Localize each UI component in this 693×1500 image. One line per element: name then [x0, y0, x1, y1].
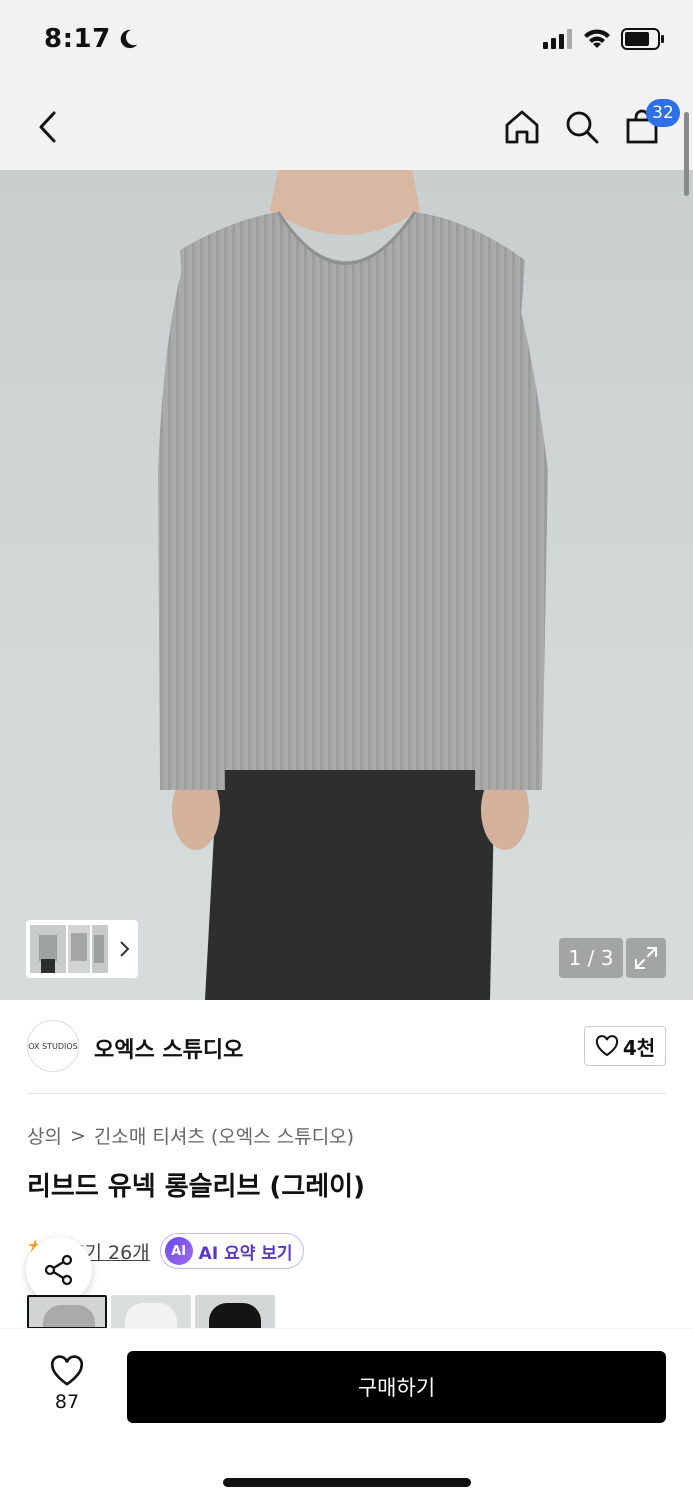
heart-icon — [595, 1035, 618, 1057]
status-icons — [543, 28, 665, 50]
product-image-gallery[interactable]: 1 / 3 — [0, 170, 693, 1000]
thumbnail-strip[interactable] — [26, 920, 138, 978]
breadcrumb-separator: > — [69, 1124, 86, 1147]
color-swatch-gray[interactable] — [27, 1295, 107, 1329]
color-swatch-white[interactable] — [111, 1295, 191, 1329]
color-swatch-black[interactable] — [195, 1295, 275, 1329]
breadcrumb: 상의 > 긴소매 티셔츠 (오엑스 스튜디오) — [27, 1122, 354, 1149]
ai-badge: AI — [164, 1237, 193, 1265]
product-photo — [158, 170, 548, 1000]
wifi-icon — [584, 29, 610, 48]
divider — [27, 1093, 666, 1094]
ai-summary-button[interactable]: AI AI 요약 보기 — [159, 1233, 304, 1269]
cart-count-badge: 32 — [646, 99, 680, 127]
brand-row[interactable]: OX STUDIOS 오엑스 스튜디오 4천 — [0, 1000, 693, 1094]
home-indicator — [223, 1478, 471, 1487]
status-bar: 8:17 — [0, 0, 693, 85]
chevron-right-icon — [120, 941, 130, 957]
buy-button[interactable]: 구매하기 — [127, 1351, 666, 1423]
share-icon — [44, 1254, 73, 1286]
home-button[interactable] — [500, 105, 544, 149]
wishlist-count: 87 — [54, 1391, 80, 1413]
search-icon — [566, 111, 599, 144]
expand-button[interactable] — [626, 938, 666, 978]
heart-icon — [50, 1355, 84, 1386]
search-button[interactable] — [560, 105, 604, 149]
thumbnail-image — [92, 925, 108, 973]
brand-name[interactable]: 오엑스 스튜디오 — [94, 1032, 243, 1064]
moon-icon — [120, 29, 137, 49]
wishlist-button[interactable]: 87 — [40, 1355, 94, 1413]
thumbnail-image — [30, 925, 66, 973]
back-button[interactable] — [26, 105, 70, 149]
ai-summary-label: AI 요약 보기 — [198, 1243, 293, 1264]
battery-icon — [621, 28, 664, 50]
time-text: 8:17 — [44, 24, 111, 54]
status-time: 8:17 — [44, 24, 139, 54]
breadcrumb-subcategory[interactable]: 긴소매 티셔츠 (오엑스 스튜디오) — [94, 1122, 354, 1149]
brand-like-count: 4천 — [622, 1035, 656, 1060]
color-options — [27, 1295, 275, 1329]
product-title: 리브드 유넥 롱슬리브 (그레이) — [27, 1172, 365, 1202]
breadcrumb-category[interactable]: 상의 — [27, 1122, 62, 1149]
bottom-action-bar: 87 구매하기 — [0, 1328, 693, 1500]
top-nav: 32 — [0, 85, 693, 170]
brand-logo[interactable]: OX STUDIOS — [27, 1020, 79, 1072]
cart-button[interactable]: 32 — [620, 99, 680, 149]
signal-icon — [543, 29, 572, 49]
brand-like-button[interactable]: 4천 — [584, 1026, 666, 1066]
thumbnail-image — [68, 925, 90, 973]
home-icon — [505, 110, 539, 144]
scroll-indicator — [684, 112, 689, 196]
chevron-left-icon — [39, 111, 56, 143]
expand-icon — [635, 947, 657, 969]
image-page-counter: 1 / 3 — [559, 938, 623, 978]
share-button[interactable] — [26, 1237, 92, 1303]
